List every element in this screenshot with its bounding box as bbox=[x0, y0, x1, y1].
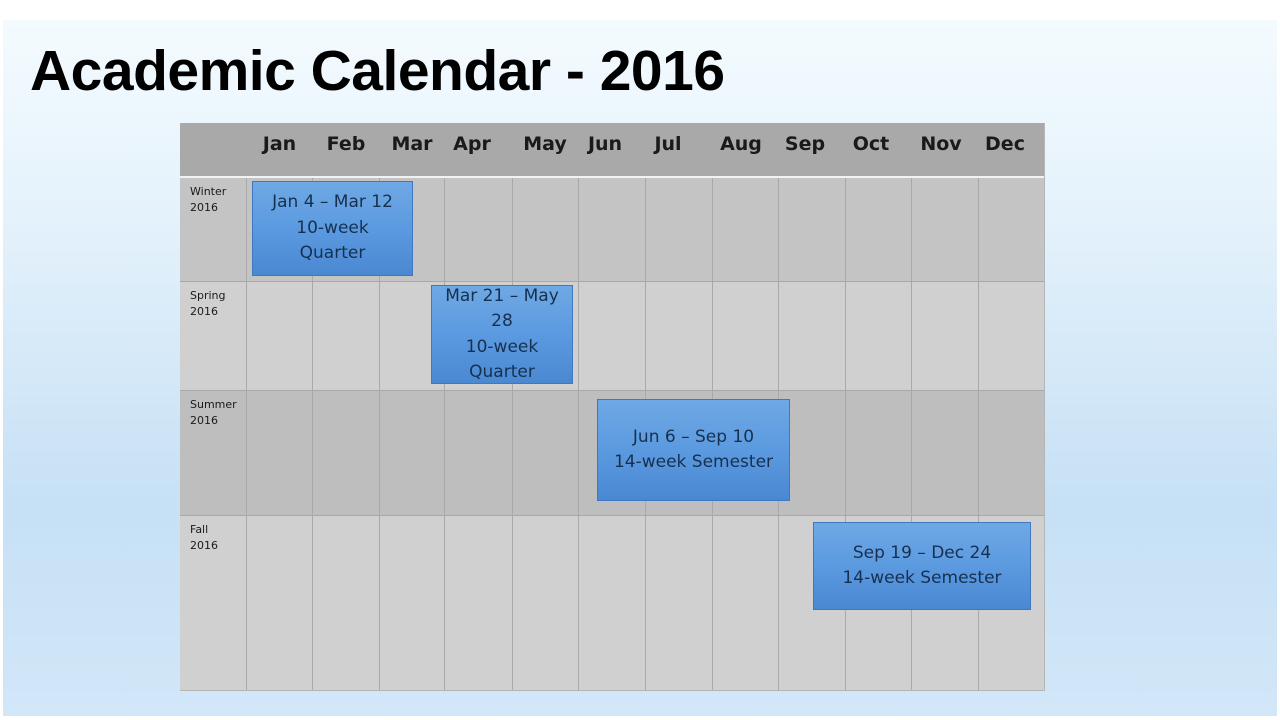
term-length-type: 14-week Semester bbox=[613, 452, 774, 472]
term-block-summer[interactable]: Jun 6 – Sep 10 14-week Semester bbox=[597, 399, 790, 501]
column-divider bbox=[978, 178, 979, 690]
term-block-fall[interactable]: Sep 19 – Dec 24 14-week Semester bbox=[813, 522, 1031, 610]
term-dates-cont: 28 bbox=[491, 311, 513, 331]
term-length: 10-week bbox=[296, 217, 369, 238]
month-header: Oct bbox=[852, 133, 890, 155]
month-header: Jun bbox=[587, 133, 623, 155]
month-header: Jan bbox=[262, 133, 297, 155]
term-type: Quarter bbox=[469, 362, 535, 382]
row-label: Spring 2016 bbox=[190, 289, 226, 318]
month-header: Nov bbox=[920, 133, 962, 155]
month-header: Feb bbox=[326, 133, 366, 155]
slide-title: Academic Calendar - 2016 bbox=[30, 39, 725, 103]
calendar-table: Jan Feb Mar Apr May Jun Jul Aug Sep Oct … bbox=[180, 123, 1045, 691]
month-header-row: Jan Feb Mar Apr May Jun Jul Aug Sep Oct … bbox=[180, 123, 1044, 178]
column-divider bbox=[246, 178, 247, 690]
column-divider bbox=[512, 178, 513, 690]
term-type: Quarter bbox=[299, 243, 366, 264]
term-block-winter[interactable]: Jan 4 – Mar 12 10-week Quarter bbox=[252, 181, 413, 276]
term-block-spring[interactable]: Mar 21 – May 28 10-week Quarter bbox=[431, 285, 573, 384]
month-header: Mar bbox=[391, 133, 433, 155]
column-divider bbox=[578, 178, 579, 690]
row-label: Summer 2016 bbox=[190, 398, 237, 427]
term-row-spring: Spring 2016 bbox=[180, 282, 1044, 391]
month-header: Apr bbox=[453, 133, 491, 155]
month-header: Sep bbox=[784, 133, 826, 155]
term-length: 10-week bbox=[465, 336, 539, 357]
term-dates: Mar 21 – May bbox=[445, 285, 559, 306]
column-divider bbox=[911, 178, 912, 690]
term-dates: Jan 4 – Mar 12 bbox=[272, 192, 393, 213]
column-divider bbox=[444, 178, 445, 690]
row-label: Winter 2016 bbox=[190, 185, 227, 214]
column-divider bbox=[845, 178, 846, 690]
month-header: Dec bbox=[985, 133, 1025, 155]
month-header: May bbox=[523, 133, 567, 155]
term-dates: Sep 19 – Dec 24 bbox=[852, 542, 992, 563]
row-label: Fall 2016 bbox=[190, 523, 218, 552]
month-header: Jul bbox=[654, 133, 682, 155]
term-dates: Jun 6 – Sep 10 bbox=[632, 426, 755, 447]
term-length-type: 14-week Semester bbox=[842, 568, 1002, 588]
month-header: Aug bbox=[720, 133, 762, 155]
